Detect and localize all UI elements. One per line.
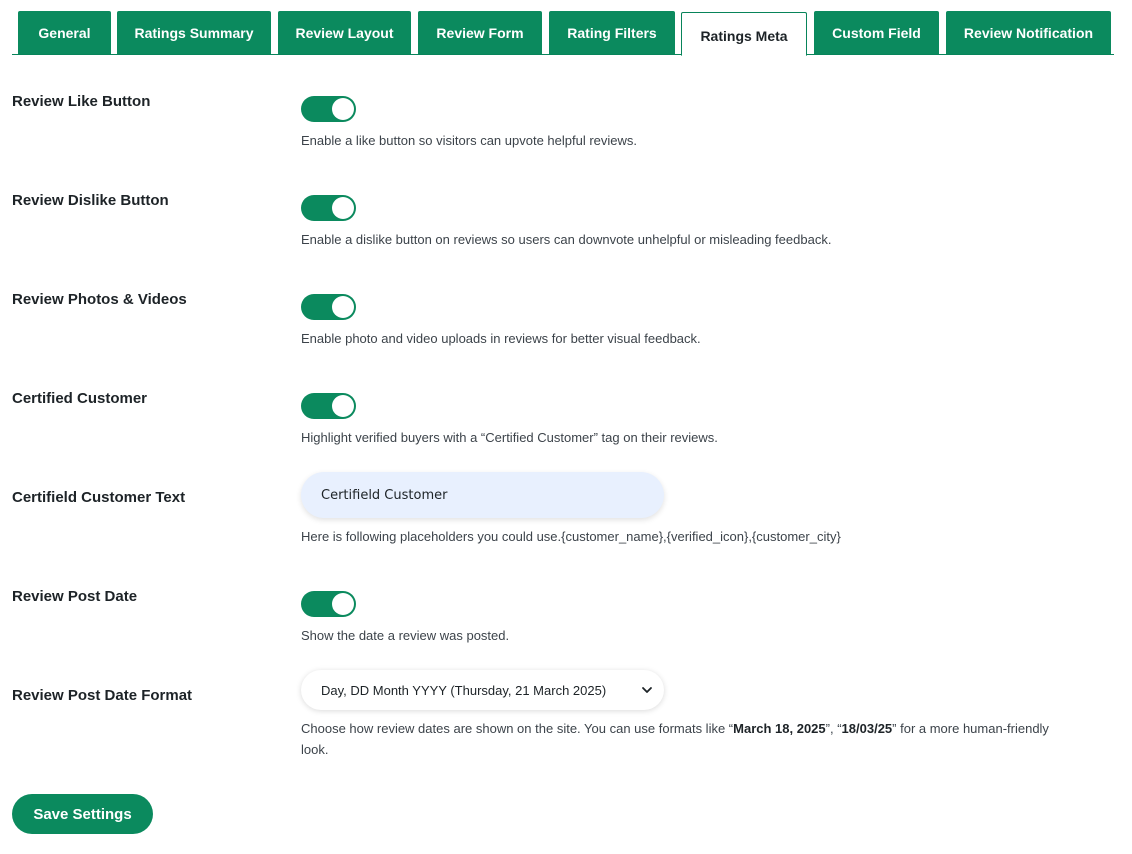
tab-underline [12, 54, 1114, 55]
dislike-button-label: Review Dislike Button [12, 192, 169, 209]
certified-customer-toggle[interactable] [301, 393, 356, 419]
certified-text-label: Certifield Customer Text [12, 489, 186, 506]
certified-customer-description: Highlight verified buyers with a “Certif… [301, 430, 718, 445]
date-format-description: Choose how review dates are shown on the… [301, 721, 1049, 757]
chevron-down-icon [642, 687, 652, 693]
tab-review-form[interactable]: Review Form [418, 11, 542, 54]
post-date-description: Show the date a review was posted. [301, 628, 510, 643]
date-example-long: March 18, 2025 [733, 721, 826, 736]
like-button-label: Review Like Button [12, 93, 151, 110]
photos-videos-description: Enable photo and video uploads in review… [301, 331, 701, 346]
toggle-knob [332, 593, 354, 615]
toggle-knob [332, 197, 354, 219]
tab-rating-filters[interactable]: Rating Filters [549, 11, 675, 54]
dislike-button-description: Enable a dislike button on reviews so us… [301, 232, 832, 247]
toggle-knob [332, 395, 354, 417]
date-example-short: 18/03/25 [841, 721, 893, 736]
certified-customer-label: Certified Customer [12, 390, 148, 407]
photos-videos-toggle[interactable] [301, 294, 356, 320]
like-button-toggle[interactable] [301, 96, 356, 122]
tab-ratings-meta[interactable]: Ratings Meta [681, 12, 807, 56]
tab-review-layout[interactable]: Review Layout [278, 11, 411, 54]
date-format-selected: Day, DD Month YYYY (Thursday, 21 March 2… [321, 682, 607, 698]
certified-text-description: Here is following placeholders you could… [301, 529, 841, 544]
toggle-knob [332, 296, 354, 318]
date-format-select[interactable]: Day, DD Month YYYY (Thursday, 21 March 2… [301, 670, 664, 710]
tab-general[interactable]: General [18, 11, 111, 54]
certified-text-input[interactable] [301, 472, 664, 518]
toggle-knob [332, 98, 354, 120]
photos-videos-label: Review Photos & Videos [12, 291, 187, 308]
tab-ratings-summary[interactable]: Ratings Summary [117, 11, 271, 54]
post-date-toggle[interactable] [301, 591, 356, 617]
settings-tabs: General Ratings Summary Review Layout Re… [0, 0, 1132, 56]
like-button-description: Enable a like button so visitors can upv… [301, 133, 638, 148]
post-date-label: Review Post Date [12, 588, 138, 605]
date-format-label: Review Post Date Format [12, 687, 193, 704]
tab-review-notification[interactable]: Review Notification [946, 11, 1111, 54]
tab-custom-field[interactable]: Custom Field [814, 11, 939, 54]
save-settings-button[interactable]: Save Settings [12, 794, 153, 834]
dislike-button-toggle[interactable] [301, 195, 356, 221]
